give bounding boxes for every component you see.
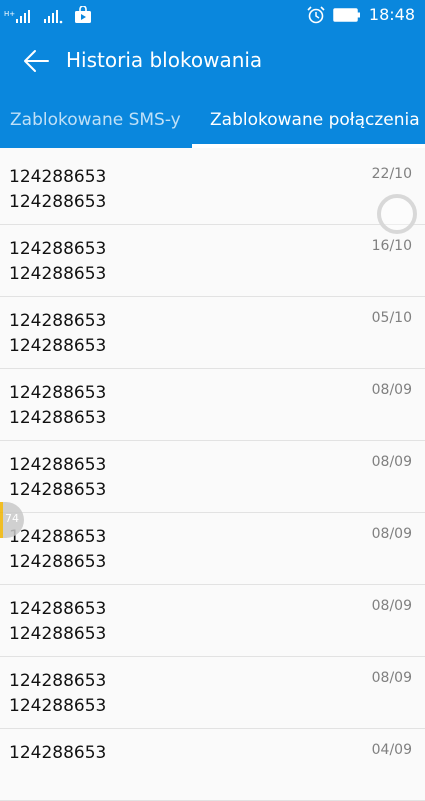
caller-subtitle: 124288653 (9, 408, 107, 428)
call-date: 22/10 (371, 166, 412, 182)
status-bar: H+ 18:48 (0, 0, 425, 30)
caller-number: 124288653 (9, 527, 107, 547)
tab-blocked-sms[interactable]: Zablokowane SMS-y (10, 110, 181, 130)
list-item[interactable]: 124288653 124288653 08/09 (0, 369, 425, 441)
blocked-calls-list: 124288653 124288653 22/10 124288653 1242… (0, 153, 425, 801)
caller-subtitle: 124288653 (9, 264, 107, 284)
alarm-icon (307, 5, 325, 23)
list-item[interactable]: 124288653 124288653 08/09 (0, 657, 425, 729)
caller-subtitle: 124288653 (9, 480, 107, 500)
list-item[interactable]: 124288653 04/09 (0, 729, 425, 801)
caller-subtitle: 124288653 (9, 552, 107, 572)
list-item[interactable]: 124288653 124288653 05/10 (0, 297, 425, 369)
status-right-icons: 18:48 (307, 5, 415, 24)
status-time: 18:48 (368, 5, 415, 24)
caller-number: 124288653 (9, 671, 107, 691)
signal-icon (44, 10, 63, 24)
caller-subtitle: 124288653 (9, 192, 107, 212)
back-arrow-icon[interactable] (22, 49, 50, 73)
caller-number: 124288653 (9, 383, 107, 403)
call-date: 05/10 (371, 310, 412, 326)
list-item[interactable]: 124288653 124288653 08/09 (0, 513, 425, 585)
call-date: 16/10 (371, 238, 412, 254)
list-item[interactable]: 124288653 124288653 16/10 (0, 225, 425, 297)
floating-assistive-button[interactable] (377, 194, 417, 234)
caller-subtitle: 124288653 (9, 624, 107, 644)
caller-number: 124288653 (9, 239, 107, 259)
caller-number: 124288653 (9, 455, 107, 475)
caller-number: 124288653 (9, 311, 107, 331)
tab-blocked-calls[interactable]: Zablokowane połączenia (210, 110, 420, 130)
list-item[interactable]: 124288653 124288653 08/09 (0, 585, 425, 657)
call-date: 08/09 (371, 454, 412, 470)
svg-text:H+: H+ (4, 10, 15, 18)
call-date: 08/09 (371, 670, 412, 686)
tab-indicator (192, 144, 425, 148)
caller-subtitle: 124288653 (9, 696, 107, 716)
app-bar: Historia blokowania (0, 30, 425, 92)
call-date: 08/09 (371, 382, 412, 398)
signal-icon: H+ (4, 10, 30, 23)
caller-number: 124288653 (9, 167, 107, 187)
tab-bar: Zablokowane SMS-y Zablokowane połączenia (0, 92, 425, 148)
edge-badge-count: 74 (5, 512, 19, 525)
status-left-icons: H+ (4, 6, 92, 24)
call-date: 08/09 (371, 526, 412, 542)
battery-icon (333, 7, 360, 22)
page-title: Historia blokowania (66, 48, 263, 72)
caller-number: 124288653 (9, 599, 107, 619)
list-item[interactable]: 124288653 124288653 22/10 (0, 153, 425, 225)
list-item[interactable]: 124288653 124288653 08/09 (0, 441, 425, 513)
caller-number: 124288653 (9, 743, 107, 763)
bag-icon (75, 6, 91, 23)
call-date: 08/09 (371, 598, 412, 614)
caller-subtitle: 124288653 (9, 336, 107, 356)
